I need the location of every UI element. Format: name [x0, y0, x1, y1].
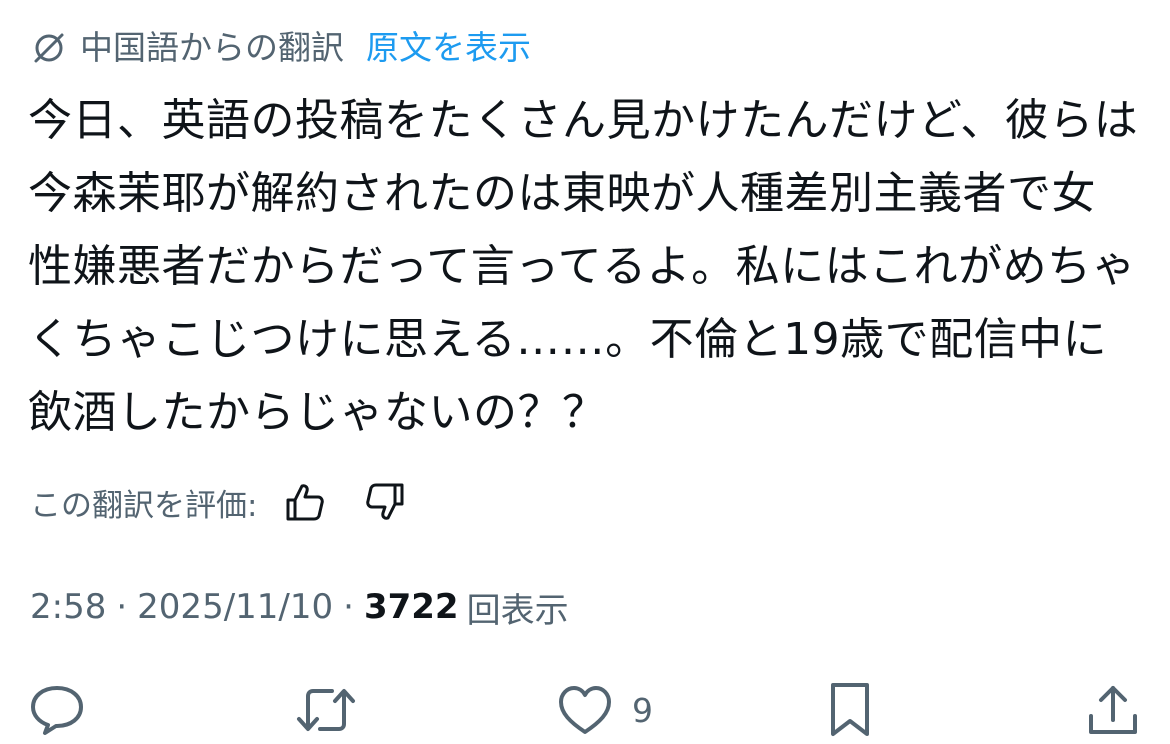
views-label: 回表示 [466, 590, 569, 631]
share-button[interactable] [1086, 680, 1140, 740]
thumbs-down-button[interactable] [363, 480, 407, 524]
show-original-link[interactable]: 原文を表示 [366, 24, 531, 72]
translation-header: 中国語からの翻訳 原文を表示 [30, 24, 531, 72]
retweet-button[interactable] [296, 680, 356, 740]
tweet-meta: 2:58 · 2025/11/10 · 3722 回表示 [30, 582, 569, 632]
translation-source-label: 中国語からの翻訳 [80, 28, 344, 67]
tweet-text: 今日、英語の投稿をたくさん見かけたんだけど、彼らは今森茉耶が解約されたのは東映が… [28, 95, 1139, 438]
like-count: 9 [632, 690, 653, 730]
views-count[interactable]: 3722 [364, 587, 459, 627]
tweet-time[interactable]: 2:58 [30, 587, 106, 627]
like-button[interactable]: 9 [556, 680, 653, 740]
meta-separator: · [116, 587, 128, 627]
bookmark-button[interactable] [828, 680, 872, 740]
rate-translation-row: この翻訳を評価: [30, 476, 407, 528]
rate-translation-label: この翻訳を評価: [30, 487, 258, 524]
thumbs-down-icon [366, 483, 404, 520]
action-bar: 9 [0, 680, 1170, 740]
translate-icon [30, 29, 68, 67]
bookmark-icon [831, 683, 869, 736]
reply-button[interactable] [28, 680, 86, 740]
thumbs-up-icon [286, 484, 325, 521]
heart-icon [559, 686, 611, 734]
reply-icon [31, 686, 83, 735]
share-icon [1089, 686, 1137, 734]
tweet-date[interactable]: 2025/11/10 [137, 587, 333, 627]
retweet-icon [297, 689, 355, 731]
meta-separator: · [343, 587, 354, 627]
thumbs-up-button[interactable] [283, 480, 327, 524]
